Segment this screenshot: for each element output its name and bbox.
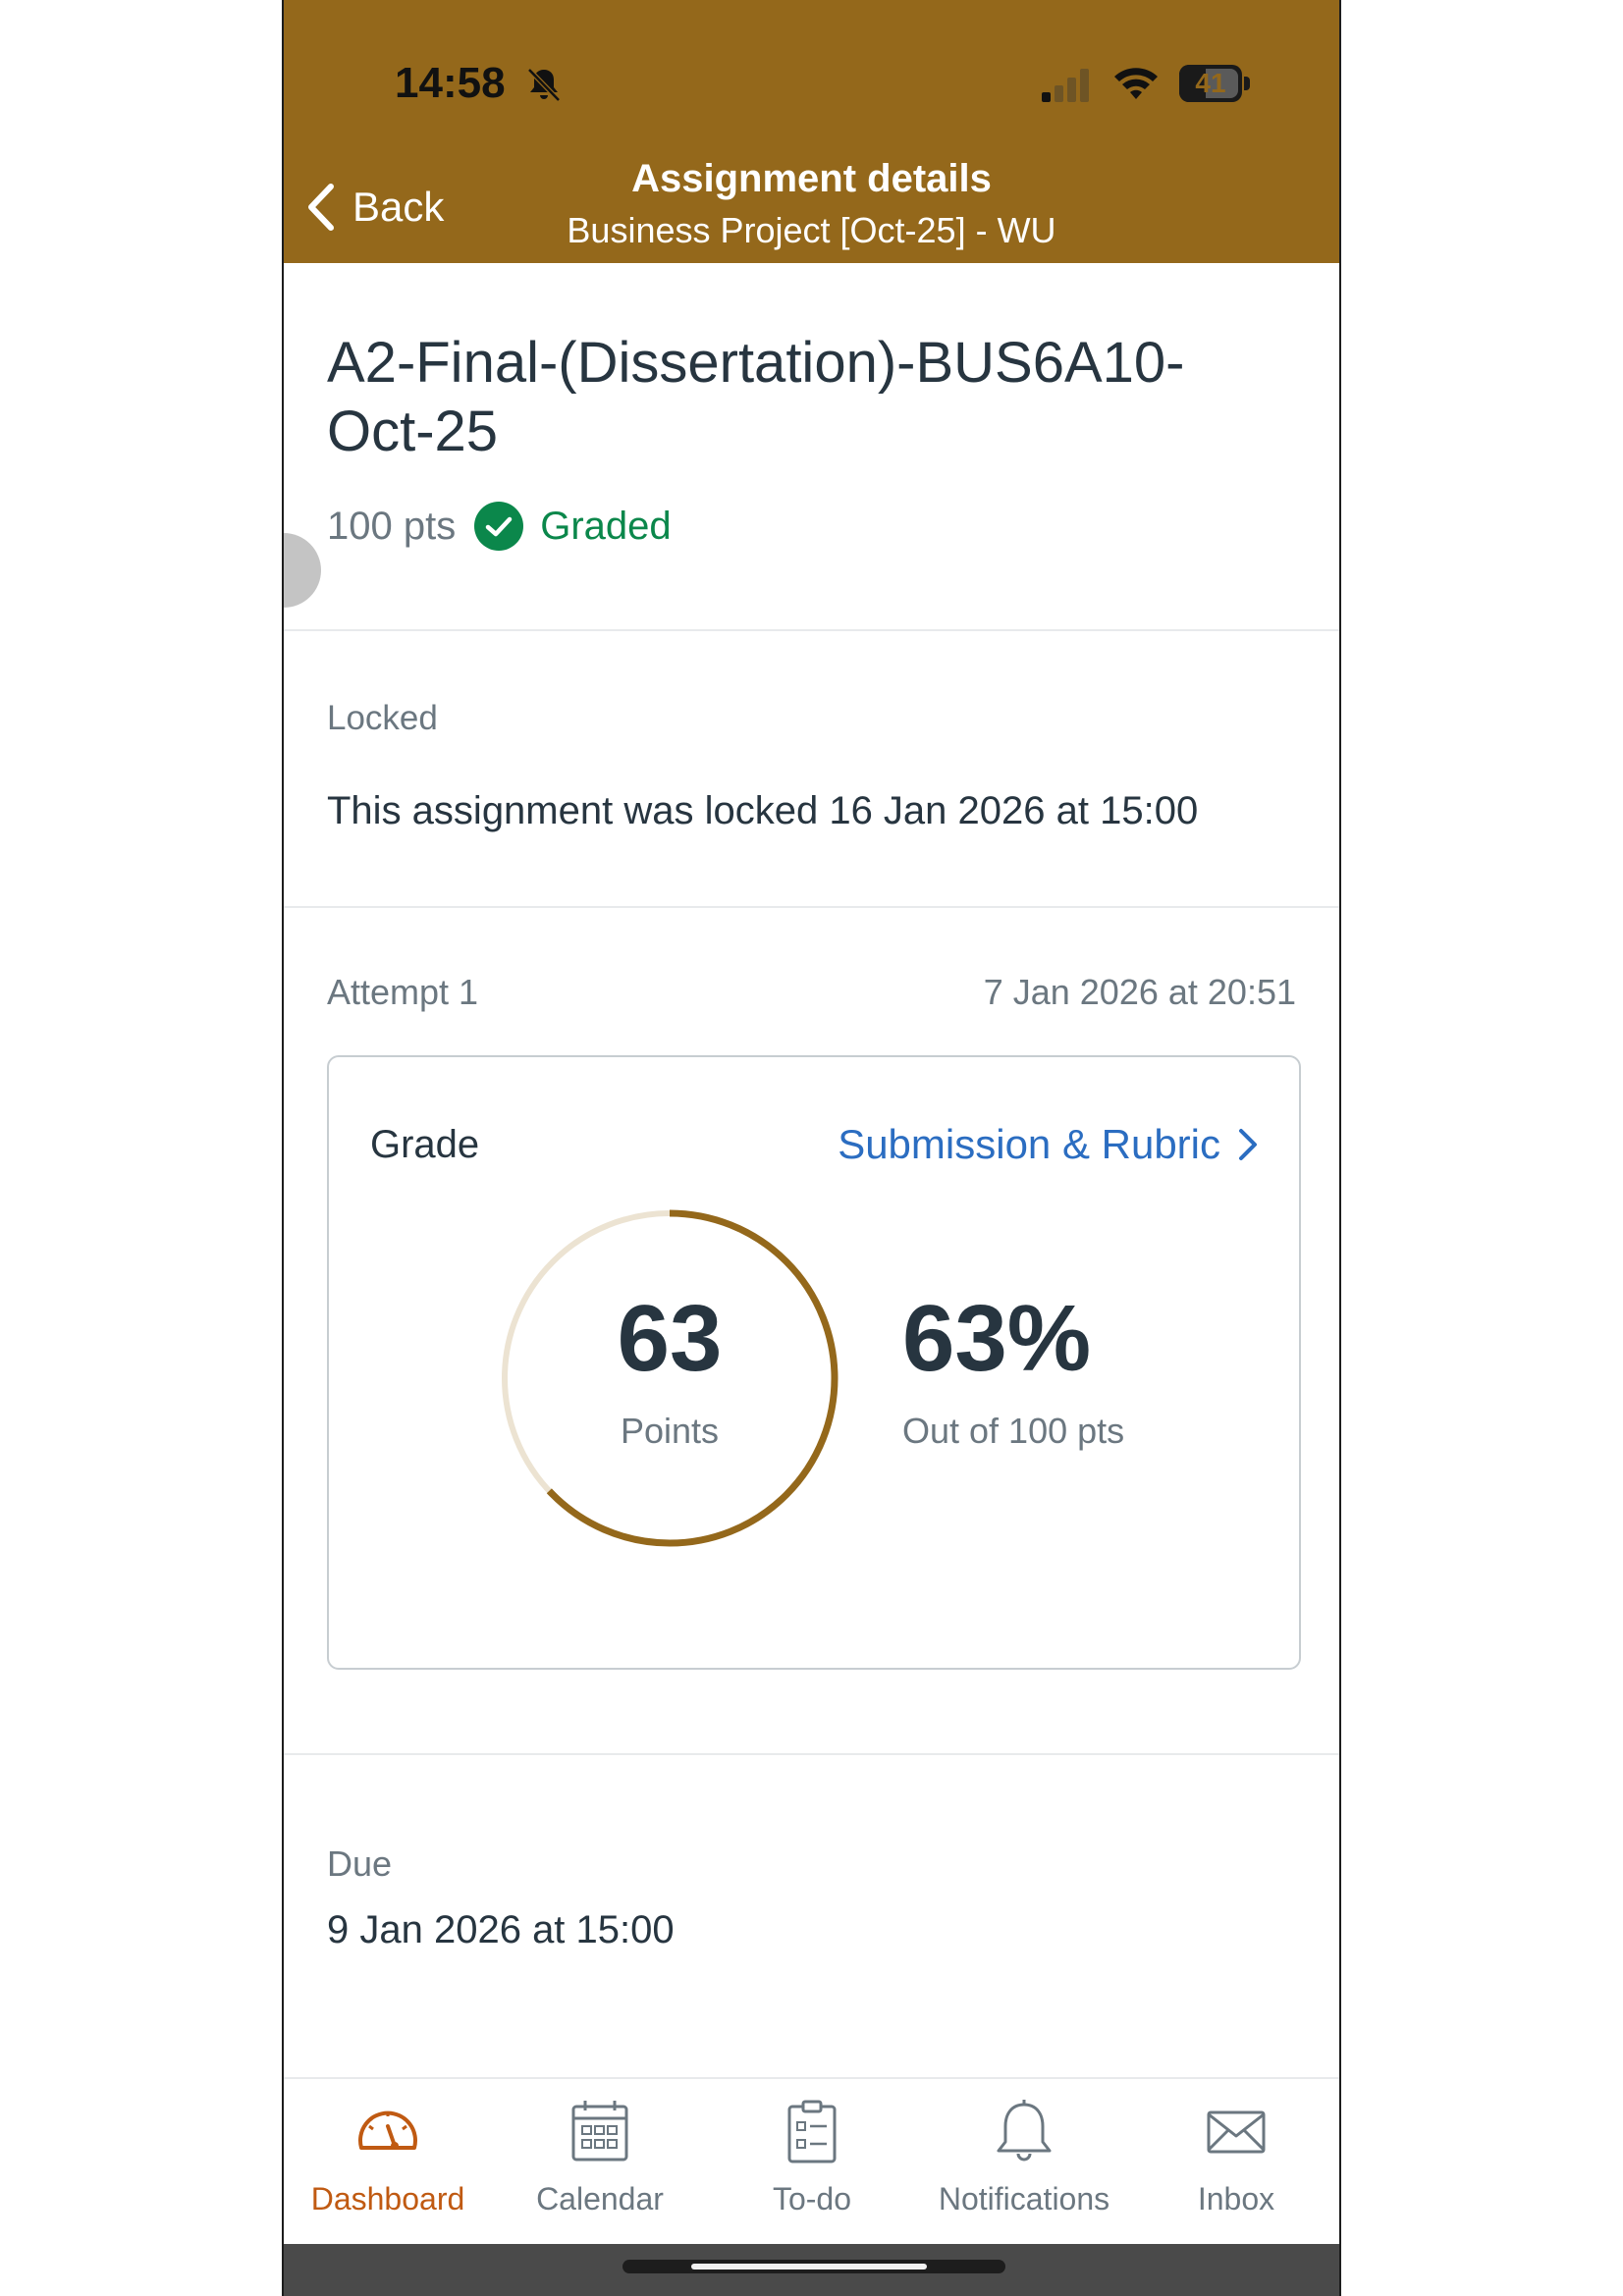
attempt-date: 7 Jan 2026 at 20:51 <box>983 972 1296 1012</box>
assistive-touch-button[interactable] <box>284 533 321 608</box>
divider <box>284 629 1339 631</box>
out-of-label: Out of 100 pts <box>902 1411 1125 1451</box>
wifi-icon <box>1114 68 1158 99</box>
due-label: Due <box>327 1843 393 1884</box>
inbox-icon <box>1207 2110 1266 2154</box>
signal-icon <box>1042 69 1089 102</box>
score-unit: Points <box>620 1411 720 1451</box>
page-title: Assignment details <box>631 157 992 200</box>
attempt-label: Attempt 1 <box>327 972 479 1012</box>
bell-off-icon <box>527 68 561 102</box>
divider <box>284 1753 1339 1755</box>
dashboard-icon <box>358 2110 417 2150</box>
status-time: 14:58 <box>395 59 506 107</box>
tab-label: Notifications <box>938 2181 1110 2216</box>
assignment-title: A2-Final-(Dissertation)-BUS6A10-Oct-25 <box>327 331 1185 463</box>
tab-bar: Dashboard Calendar To-do Notifications I… <box>284 2077 1339 2244</box>
home-indicator[interactable] <box>622 2260 1005 2273</box>
divider <box>284 906 1339 908</box>
locked-label: Locked <box>327 699 438 737</box>
nav-header: 14:58 41 Back Assignment details Busines… <box>284 0 1339 263</box>
locked-text: This assignment was locked 16 Jan 2026 a… <box>327 789 1199 832</box>
battery-level: 41 <box>1195 68 1226 98</box>
bell-icon <box>997 2100 1052 2162</box>
tab-todo[interactable]: To-do <box>714 2097 910 2217</box>
todo-icon <box>787 2100 837 2163</box>
phone-screen: 14:58 41 Back Assignment details Busines… <box>282 0 1341 2296</box>
points-status-row: 100 pts Graded <box>327 499 672 554</box>
submission-rubric-link[interactable]: Submission & Rubric <box>838 1121 1260 1168</box>
tab-calendar[interactable]: Calendar <box>502 2097 698 2217</box>
grade-card: Grade Submission & Rubric 63 Points 63% … <box>327 1055 1301 1670</box>
tab-inbox[interactable]: Inbox <box>1138 2097 1334 2217</box>
tab-notifications[interactable]: Notifications <box>926 2097 1122 2217</box>
tab-label: To-do <box>772 2181 852 2216</box>
calendar-icon <box>571 2101 628 2162</box>
score-value: 63 <box>617 1286 723 1391</box>
graded-status: Graded <box>540 504 672 548</box>
percent-value: 63% <box>902 1286 1092 1391</box>
tab-dashboard[interactable]: Dashboard <box>290 2097 486 2217</box>
tab-label: Dashboard <box>310 2181 465 2216</box>
due-value: 9 Jan 2026 at 15:00 <box>327 1908 675 1949</box>
points-possible: 100 pts <box>327 504 457 548</box>
grade-label: Grade <box>370 1123 480 1166</box>
check-circle-icon <box>474 502 524 551</box>
battery-icon: 41 <box>1179 65 1250 104</box>
submission-rubric-label: Submission & Rubric <box>838 1121 1220 1167</box>
course-subtitle: Business Project [Oct-25] - WU <box>567 210 1056 250</box>
chevron-right-icon <box>1239 1129 1257 1160</box>
tab-label: Inbox <box>1197 2181 1275 2216</box>
tab-label: Calendar <box>536 2181 664 2216</box>
